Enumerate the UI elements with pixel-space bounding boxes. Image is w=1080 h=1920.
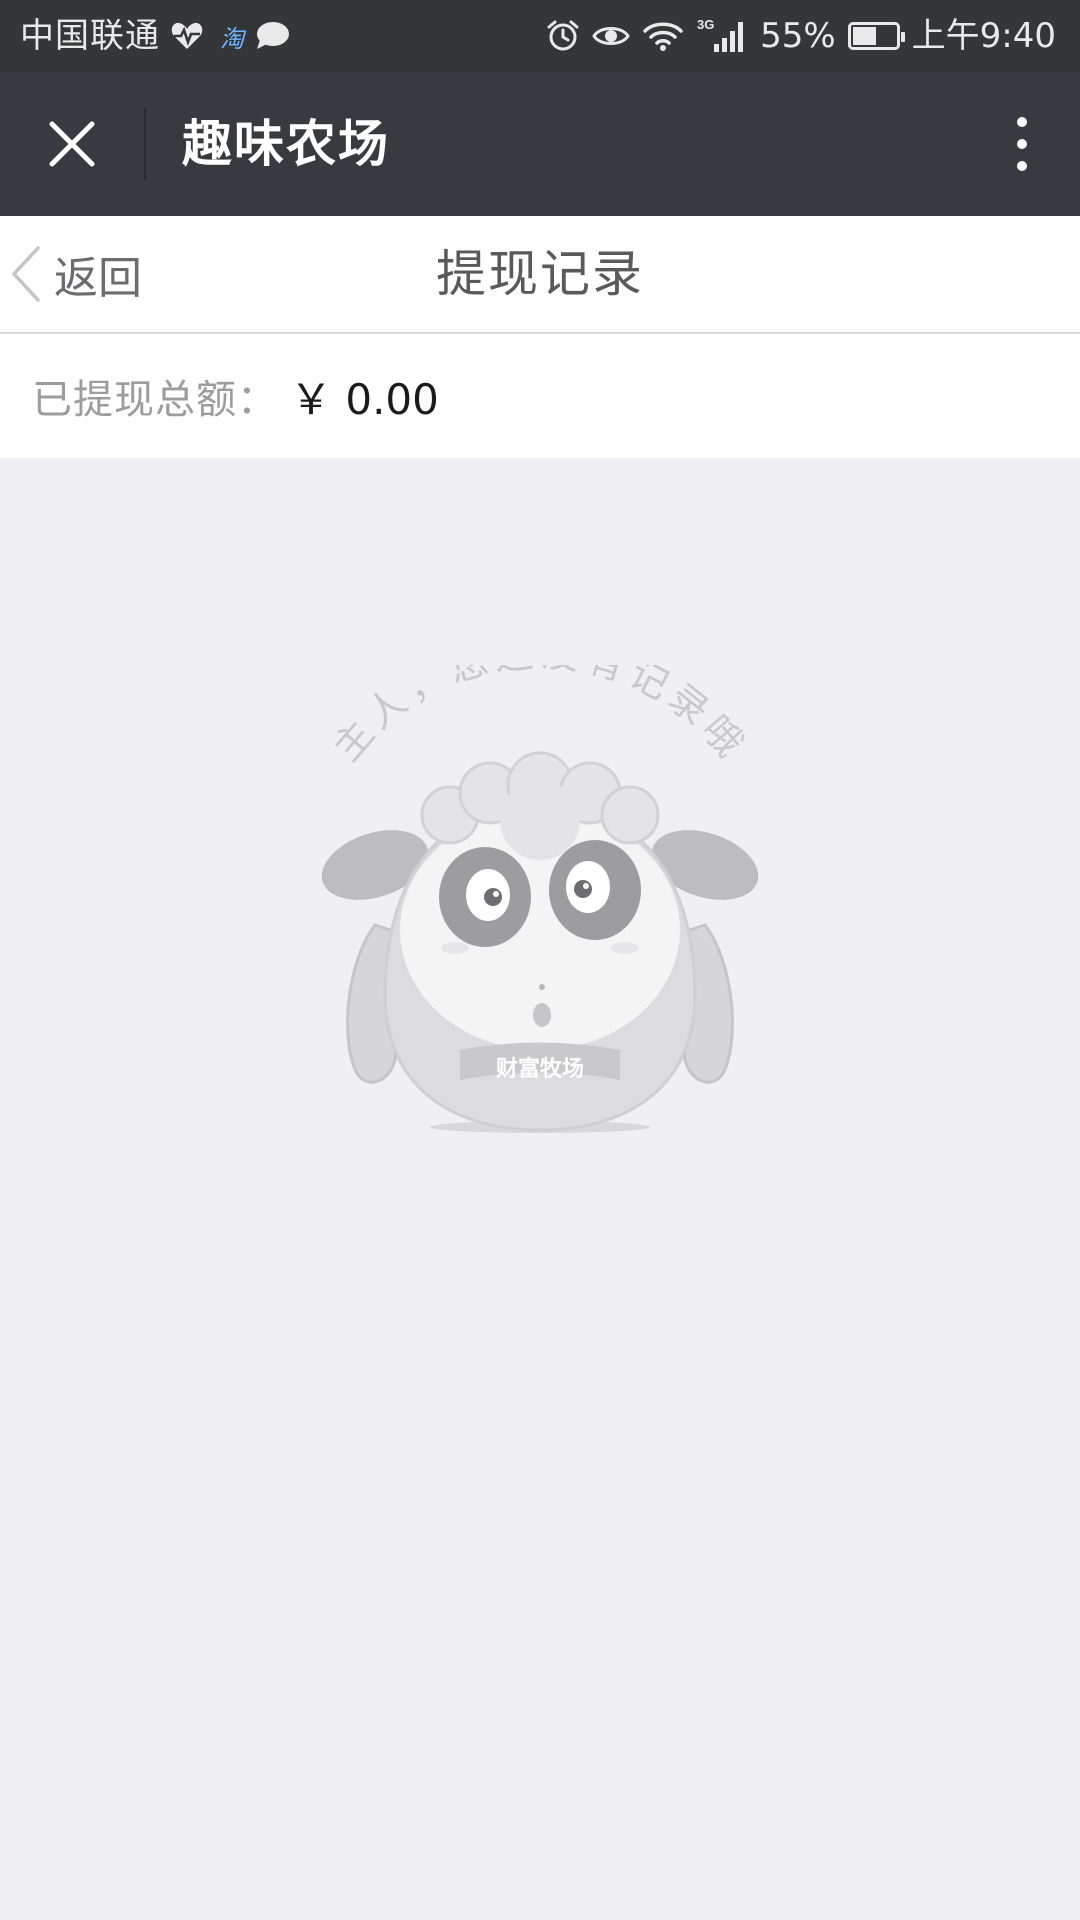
chat-bubble-icon bbox=[254, 20, 290, 52]
sheep-mascot-illustration: 主人，您还没有记录哦 bbox=[321, 665, 759, 1133]
carrier-name: 中国联通 bbox=[20, 16, 160, 56]
more-options-button[interactable] bbox=[994, 102, 1050, 186]
app-title: 趣味农场 bbox=[182, 115, 390, 173]
total-withdrawn-amount: ￥ 0.00 bbox=[290, 374, 439, 424]
battery-icon bbox=[847, 22, 905, 50]
webview-title-bar: 趣味农场 bbox=[0, 72, 1080, 216]
heartbeat-icon bbox=[170, 21, 204, 51]
status-bar: 中国联通 淘 3G 55% 上午9:40 bbox=[0, 0, 1080, 72]
battery-level-fill bbox=[852, 27, 876, 45]
total-withdrawn-label: 已提现总额： bbox=[32, 377, 278, 423]
withdrawal-summary: 已提现总额： ￥ 0.00 bbox=[0, 334, 1080, 458]
title-divider bbox=[144, 108, 146, 180]
network-type-label: 3G bbox=[697, 17, 714, 32]
more-vertical-icon-dot bbox=[1017, 117, 1027, 127]
alarm-icon bbox=[546, 19, 580, 53]
page-header: 返回 提现记录 bbox=[0, 216, 1080, 334]
status-left: 中国联通 淘 bbox=[20, 0, 290, 72]
status-right: 3G 55% 上午9:40 bbox=[546, 0, 1056, 72]
close-button[interactable] bbox=[32, 104, 112, 184]
close-icon bbox=[49, 121, 95, 167]
more-vertical-icon-dot bbox=[1017, 161, 1027, 171]
battery-percent: 55% bbox=[760, 16, 836, 56]
eye-icon bbox=[592, 21, 630, 51]
mascot-badge-text: 财富牧场 bbox=[496, 1056, 584, 1082]
signal-icon: 3G bbox=[696, 16, 748, 56]
page-title: 提现记录 bbox=[436, 245, 644, 303]
more-vertical-icon-dot bbox=[1017, 139, 1027, 149]
empty-state: 主人，您还没有记录哦 bbox=[290, 665, 790, 1145]
clock-time: 上午9:40 bbox=[911, 16, 1056, 56]
taobao-icon: 淘 bbox=[220, 24, 244, 53]
wifi-icon bbox=[642, 19, 684, 53]
